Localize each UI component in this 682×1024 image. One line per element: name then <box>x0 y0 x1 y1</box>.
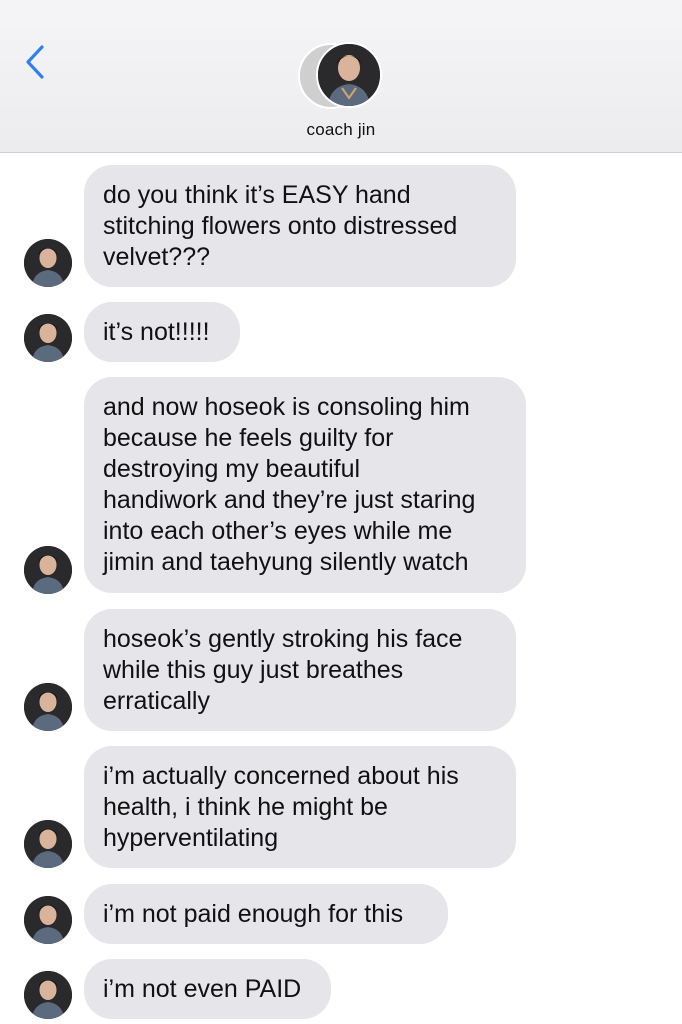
message-line: i’m not paid enough for this <box>103 900 404 928</box>
conversation-header: coach jin <box>0 0 682 153</box>
message-line: it’s not!!!!! <box>103 318 210 346</box>
message-bubble[interactable]: i’m not even PAID <box>84 959 331 1019</box>
message-line: do you think it’s EASY hand <box>103 181 411 209</box>
message-bubble[interactable]: i’m actually concerned about his health,… <box>84 746 516 868</box>
sender-avatar[interactable] <box>24 971 72 1019</box>
message-bubble[interactable]: i’m not paid enough for this <box>84 884 448 944</box>
message-line: while this guy just breathes <box>103 656 404 684</box>
chevron-left-icon <box>26 45 44 79</box>
sender-avatar[interactable] <box>24 546 72 594</box>
message-line: and now hoseok is consoling him <box>103 393 470 421</box>
message-bubble[interactable]: and now hoseok is consoling him because … <box>84 377 526 593</box>
message-line: because he feels guilty for <box>103 424 394 452</box>
message-line: destroying my beautiful <box>103 455 361 483</box>
message-line: stitching flowers onto distressed <box>103 212 458 240</box>
avatar-front <box>316 42 382 108</box>
message-line: erratically <box>103 687 210 715</box>
sender-avatar[interactable] <box>24 896 72 944</box>
message-line: i’m not even PAID <box>103 975 302 1003</box>
message-line: into each other’s eyes while me <box>103 517 453 545</box>
message-bubble[interactable]: do you think it’s EASY hand stitching fl… <box>84 165 516 287</box>
message-bubble[interactable]: it’s not!!!!! <box>84 302 240 362</box>
sender-avatar[interactable] <box>24 314 72 362</box>
message-line: health, i think he might be <box>103 793 388 821</box>
sender-avatar[interactable] <box>24 683 72 731</box>
message-line: velvet??? <box>103 243 211 271</box>
message-line: hoseok’s gently stroking his face <box>103 625 463 653</box>
message-line: handiwork and they’re just staring <box>103 486 476 514</box>
message-line: i’m actually concerned about his <box>103 762 459 790</box>
message-thread[interactable]: do you think it’s EASY hand stitching fl… <box>0 153 682 1024</box>
sender-avatar[interactable] <box>24 239 72 287</box>
contact-name[interactable]: coach jin <box>0 120 682 140</box>
message-line: jimin and taehyung silently watch <box>103 548 469 576</box>
message-line: hyperventilating <box>103 824 279 852</box>
contact-avatar[interactable] <box>298 42 384 110</box>
message-bubble[interactable]: hoseok’s gently stroking his face while … <box>84 609 516 731</box>
sender-avatar[interactable] <box>24 820 72 868</box>
back-button[interactable] <box>18 42 52 82</box>
